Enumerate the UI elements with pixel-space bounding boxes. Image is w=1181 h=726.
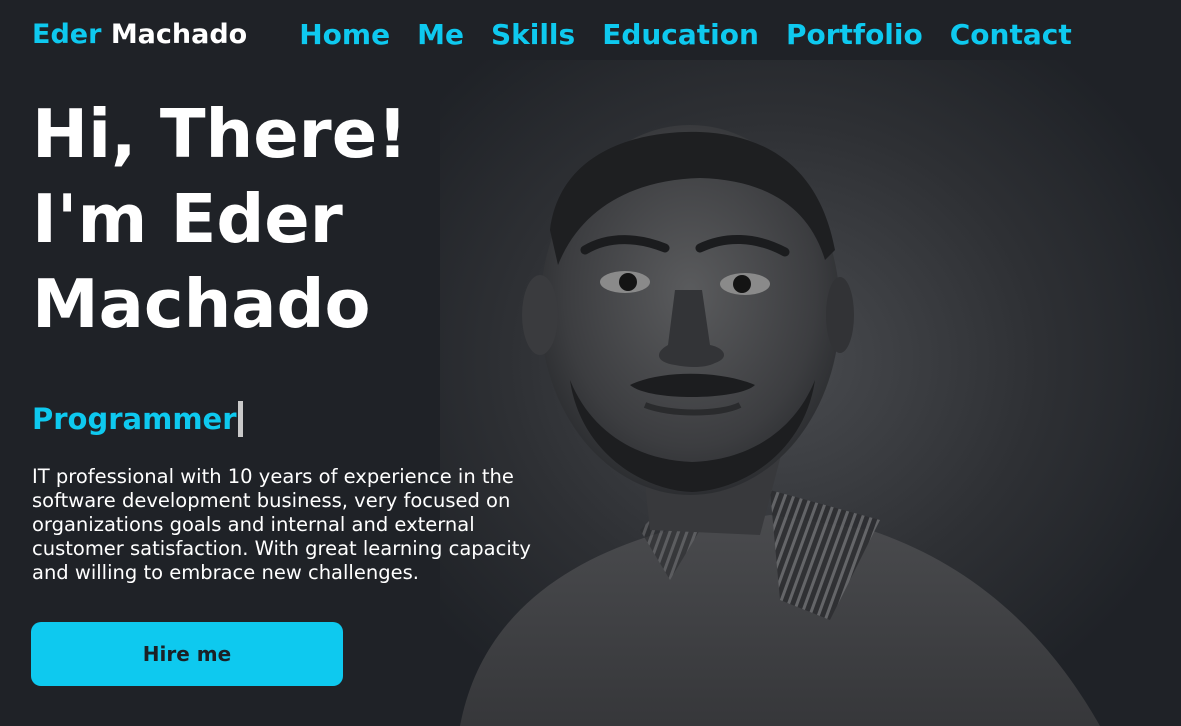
page: Eder Machado Home Me Skills Education Po…: [0, 0, 1181, 726]
nav-link-portfolio[interactable]: Portfolio: [786, 18, 923, 51]
typing-cursor: [237, 401, 243, 437]
logo[interactable]: Eder Machado: [32, 19, 247, 50]
heading-line-3: Machado: [32, 265, 371, 343]
hire-me-button[interactable]: Hire me: [31, 622, 343, 686]
site-header: Eder Machado Home Me Skills Education Po…: [0, 0, 1181, 68]
role-text: Programmer: [32, 402, 237, 436]
nav-link-me[interactable]: Me: [417, 18, 464, 51]
hero-heading: Hi, There! I'm Eder Machado: [32, 92, 572, 347]
logo-first-name: Eder: [32, 18, 102, 50]
hero-section: Hi, There! I'm Eder Machado Programmer I…: [32, 92, 572, 585]
role-typewriter: Programmer: [32, 399, 572, 439]
logo-last-name: Machado: [110, 18, 248, 50]
nav-link-home[interactable]: Home: [299, 18, 390, 51]
heading-line-2: I'm Eder: [32, 180, 343, 258]
main-nav: Home Me Skills Education Portfolio Conta…: [299, 18, 1072, 51]
nav-link-skills[interactable]: Skills: [491, 18, 575, 51]
nav-link-contact[interactable]: Contact: [950, 18, 1072, 51]
nav-link-education[interactable]: Education: [602, 18, 759, 51]
heading-line-1: Hi, There!: [32, 95, 408, 173]
about-text: IT professional with 10 years of experie…: [32, 465, 531, 584]
